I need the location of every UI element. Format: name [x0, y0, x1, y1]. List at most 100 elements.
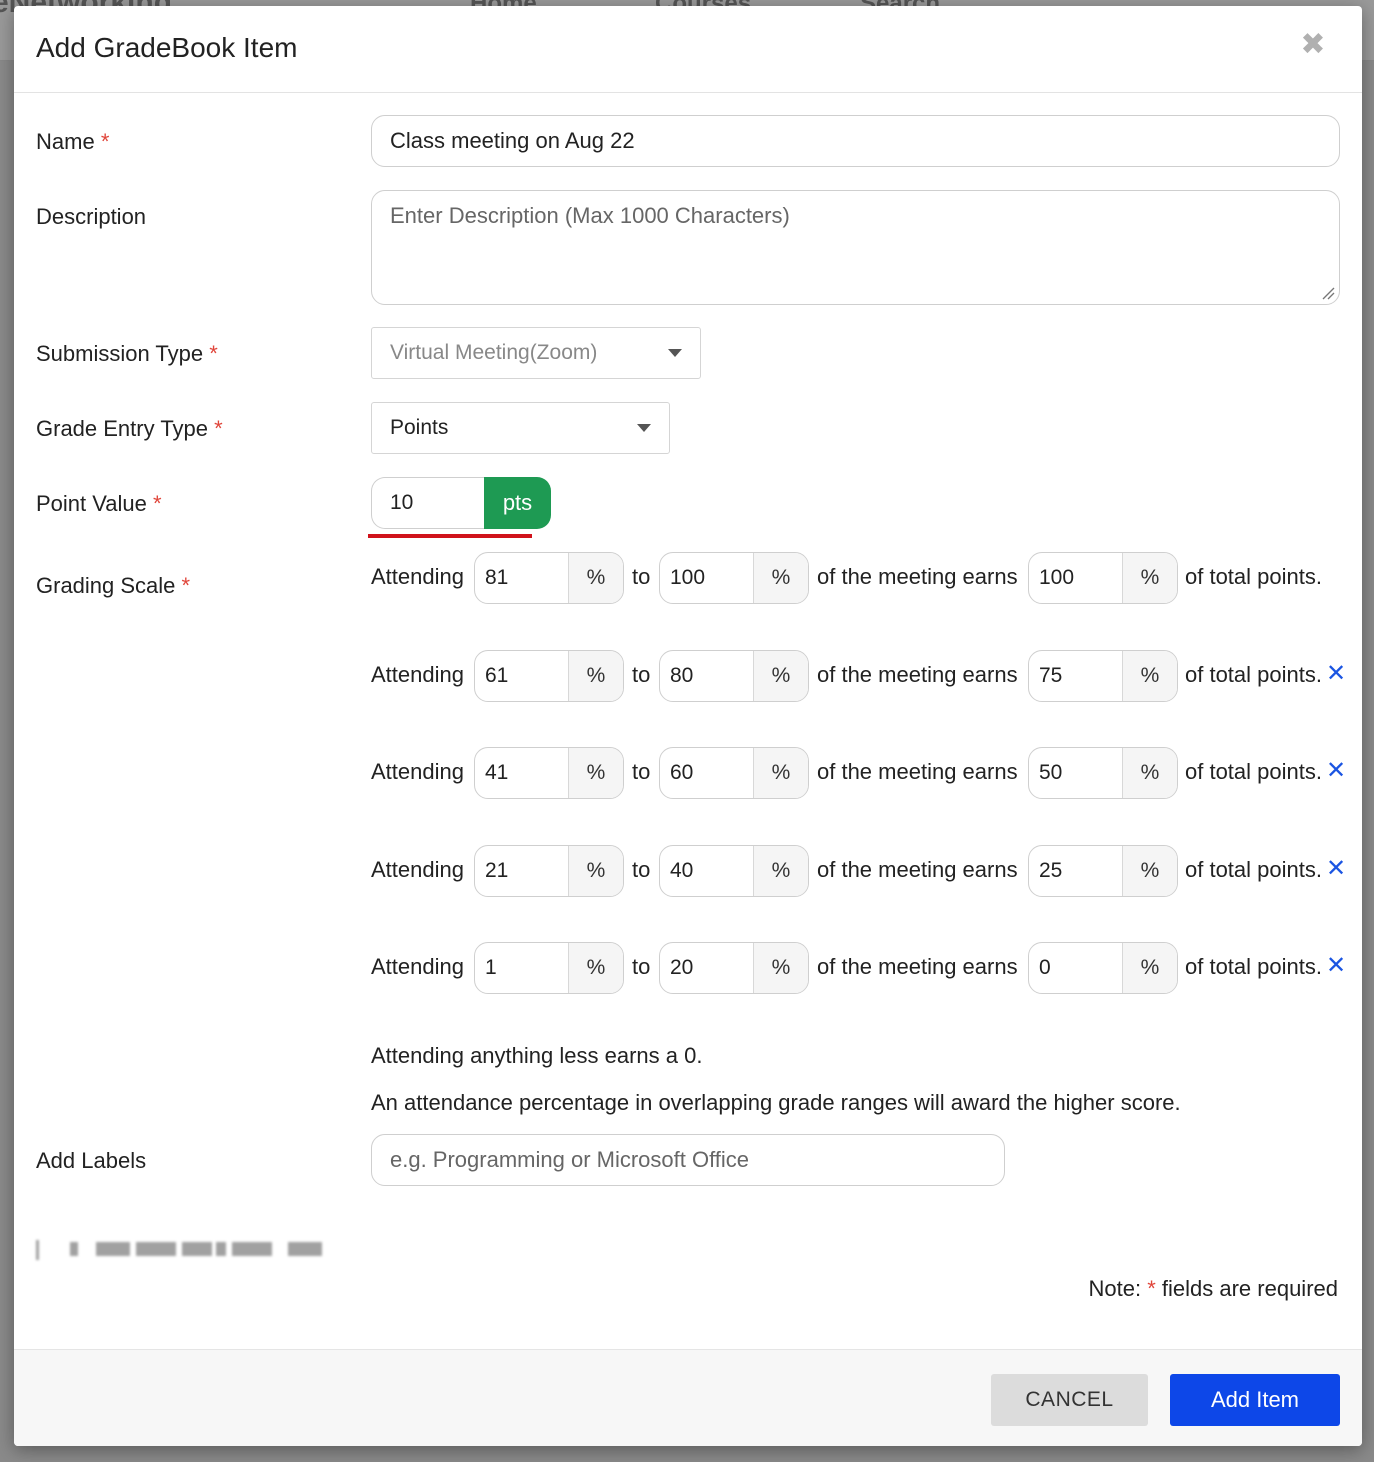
to-text: to: [632, 857, 651, 882]
earns-text: of the meeting earns: [817, 662, 1018, 687]
earns-value: 25: [1039, 859, 1063, 882]
percent-addon: %: [753, 846, 808, 896]
remove-row-icon[interactable]: ✕: [1326, 951, 1346, 980]
percent-addon: %: [1122, 553, 1177, 603]
chevron-down-icon: [668, 349, 682, 357]
required-star: *: [209, 341, 218, 366]
to-text: to: [632, 662, 651, 687]
earns-value: 0: [1039, 956, 1051, 979]
earns-text: of the meeting earns: [817, 954, 1018, 979]
grading-note-overlap: An attendance percentage in overlapping …: [371, 1090, 1181, 1115]
to-text: to: [632, 759, 651, 784]
range-to-value: 80: [670, 664, 694, 687]
range-to-input[interactable]: 60%: [659, 747, 809, 799]
range-from-value: 1: [485, 956, 497, 979]
grade-entry-type-label-text: Grade Entry Type: [36, 416, 209, 441]
red-underline-annotation: [368, 534, 532, 538]
point-value-text: 10: [390, 491, 414, 514]
grade-entry-type-label: Grade Entry Type *: [36, 416, 223, 442]
range-to-input[interactable]: 80%: [659, 650, 809, 702]
remove-row-icon[interactable]: ✕: [1326, 756, 1346, 785]
add-item-button[interactable]: Add Item: [1170, 1374, 1340, 1426]
total-points-text: of total points.: [1185, 954, 1322, 979]
percent-addon: %: [568, 748, 623, 798]
total-points-text: of total points.: [1185, 857, 1322, 882]
attending-text: Attending: [371, 759, 464, 784]
to-text: to: [632, 564, 651, 589]
grading-scale-row: Attending 1% to 20% of the meeting earns 0% of…: [371, 942, 1361, 994]
earns-text: of the meeting earns: [817, 564, 1018, 589]
point-value-input[interactable]: 10: [371, 477, 485, 529]
point-value-label-text: Point Value: [36, 491, 147, 516]
grading-scale-row: Attending 41% to 60% of the meeting earns 50%…: [371, 747, 1361, 799]
range-to-input[interactable]: 100%: [659, 552, 809, 604]
redacted-text: [36, 1238, 326, 1260]
attending-text: Attending: [371, 857, 464, 882]
percent-addon: %: [753, 943, 808, 993]
required-note-prefix: Note:: [1088, 1276, 1142, 1301]
percent-addon: %: [568, 651, 623, 701]
submission-type-label-text: Submission Type: [36, 341, 204, 366]
percent-addon: %: [1122, 651, 1177, 701]
percent-addon: %: [1122, 943, 1177, 993]
remove-row-icon[interactable]: ✕: [1326, 659, 1346, 688]
name-label-text: Name: [36, 129, 95, 154]
close-icon[interactable]: ✖: [1298, 30, 1328, 60]
range-from-input[interactable]: 61%: [474, 650, 624, 702]
name-label: Name *: [36, 129, 109, 155]
percent-addon: %: [568, 943, 623, 993]
range-from-input[interactable]: 81%: [474, 552, 624, 604]
range-to-input[interactable]: 40%: [659, 845, 809, 897]
modal-title: Add GradeBook Item: [36, 32, 298, 63]
grading-scale-row: Attending 21% to 40% of the meeting earns 25%…: [371, 845, 1361, 897]
remove-row-icon[interactable]: ✕: [1326, 854, 1346, 883]
cancel-button[interactable]: CANCEL: [991, 1374, 1148, 1426]
required-note-star: *: [1147, 1276, 1156, 1301]
submission-type-value: Virtual Meeting(Zoom): [390, 341, 598, 364]
modal-header: Add GradeBook Item ✖: [14, 6, 1362, 93]
earns-text: of the meeting earns: [817, 857, 1018, 882]
range-from-value: 61: [485, 664, 509, 687]
range-to-value: 100: [670, 566, 706, 589]
earns-input[interactable]: 50%: [1028, 747, 1178, 799]
name-input[interactable]: Class meeting on Aug 22: [371, 115, 1340, 167]
grade-entry-type-select[interactable]: Points: [371, 402, 670, 454]
earns-input[interactable]: 0%: [1028, 942, 1178, 994]
submission-type-label: Submission Type *: [36, 341, 218, 367]
range-from-input[interactable]: 21%: [474, 845, 624, 897]
range-from-value: 21: [485, 859, 509, 882]
submission-type-select[interactable]: Virtual Meeting(Zoom): [371, 327, 701, 379]
name-input-value: Class meeting on Aug 22: [390, 128, 635, 153]
required-star: *: [214, 416, 223, 441]
labels-input[interactable]: [371, 1134, 1005, 1186]
earns-input[interactable]: 25%: [1028, 845, 1178, 897]
modal-footer: CANCEL Add Item: [14, 1349, 1362, 1446]
resize-grip-icon[interactable]: [1321, 286, 1335, 300]
chevron-down-icon: [637, 424, 651, 432]
point-value-group: 10 pts: [371, 477, 551, 529]
percent-addon: %: [1122, 748, 1177, 798]
earns-input[interactable]: 100%: [1028, 552, 1178, 604]
percent-addon: %: [568, 553, 623, 603]
point-value-label: Point Value *: [36, 491, 162, 517]
description-textarea[interactable]: [371, 190, 1340, 305]
range-to-value: 40: [670, 859, 694, 882]
percent-addon: %: [753, 748, 808, 798]
earns-value: 50: [1039, 761, 1063, 784]
range-from-value: 41: [485, 761, 509, 784]
earns-input[interactable]: 75%: [1028, 650, 1178, 702]
range-from-input[interactable]: 1%: [474, 942, 624, 994]
range-to-value: 60: [670, 761, 694, 784]
add-gradebook-item-modal: Add GradeBook Item ✖ Name * Class meetin…: [14, 6, 1362, 1446]
description-label: Description: [36, 204, 147, 229]
grading-scale-label-text: Grading Scale: [36, 573, 176, 598]
add-labels-label: Add Labels: [36, 1148, 147, 1173]
attending-text: Attending: [371, 662, 464, 687]
total-points-text: of total points.: [1185, 759, 1322, 784]
earns-value: 100: [1039, 566, 1075, 589]
percent-addon: %: [753, 553, 808, 603]
range-to-input[interactable]: 20%: [659, 942, 809, 994]
total-points-text: of total points.: [1185, 662, 1322, 687]
range-from-input[interactable]: 41%: [474, 747, 624, 799]
grading-scale-row: Attending 61% to 80% of the meeting earns 75%…: [371, 650, 1361, 702]
